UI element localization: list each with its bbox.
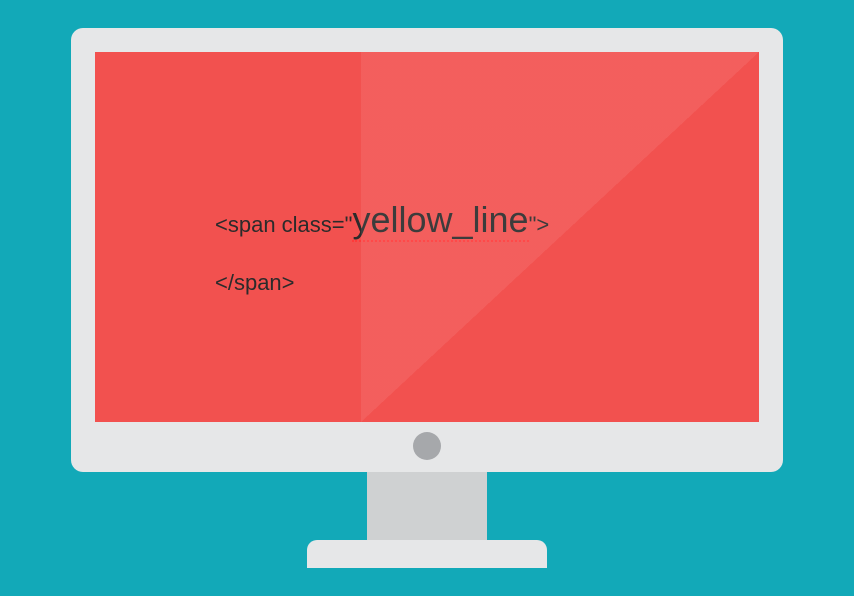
code-block: <span class="yellow_line"> </span> bbox=[215, 202, 549, 296]
monitor-screen: <span class="yellow_line"> </span> bbox=[95, 52, 759, 422]
monitor-stand-neck bbox=[367, 472, 487, 540]
code-classname: yellow_line bbox=[352, 199, 528, 242]
code-span-open-prefix: <span class=" bbox=[215, 212, 352, 237]
monitor-stand-base bbox=[307, 540, 547, 568]
monitor-bezel: <span class="yellow_line"> </span> bbox=[71, 28, 783, 472]
power-button-icon bbox=[413, 432, 441, 460]
code-span-open-suffix: "> bbox=[529, 212, 550, 237]
monitor-illustration: <span class="yellow_line"> </span> bbox=[71, 28, 783, 568]
code-line-2: </span> bbox=[215, 270, 549, 296]
code-line-1: <span class="yellow_line"> bbox=[215, 202, 549, 238]
